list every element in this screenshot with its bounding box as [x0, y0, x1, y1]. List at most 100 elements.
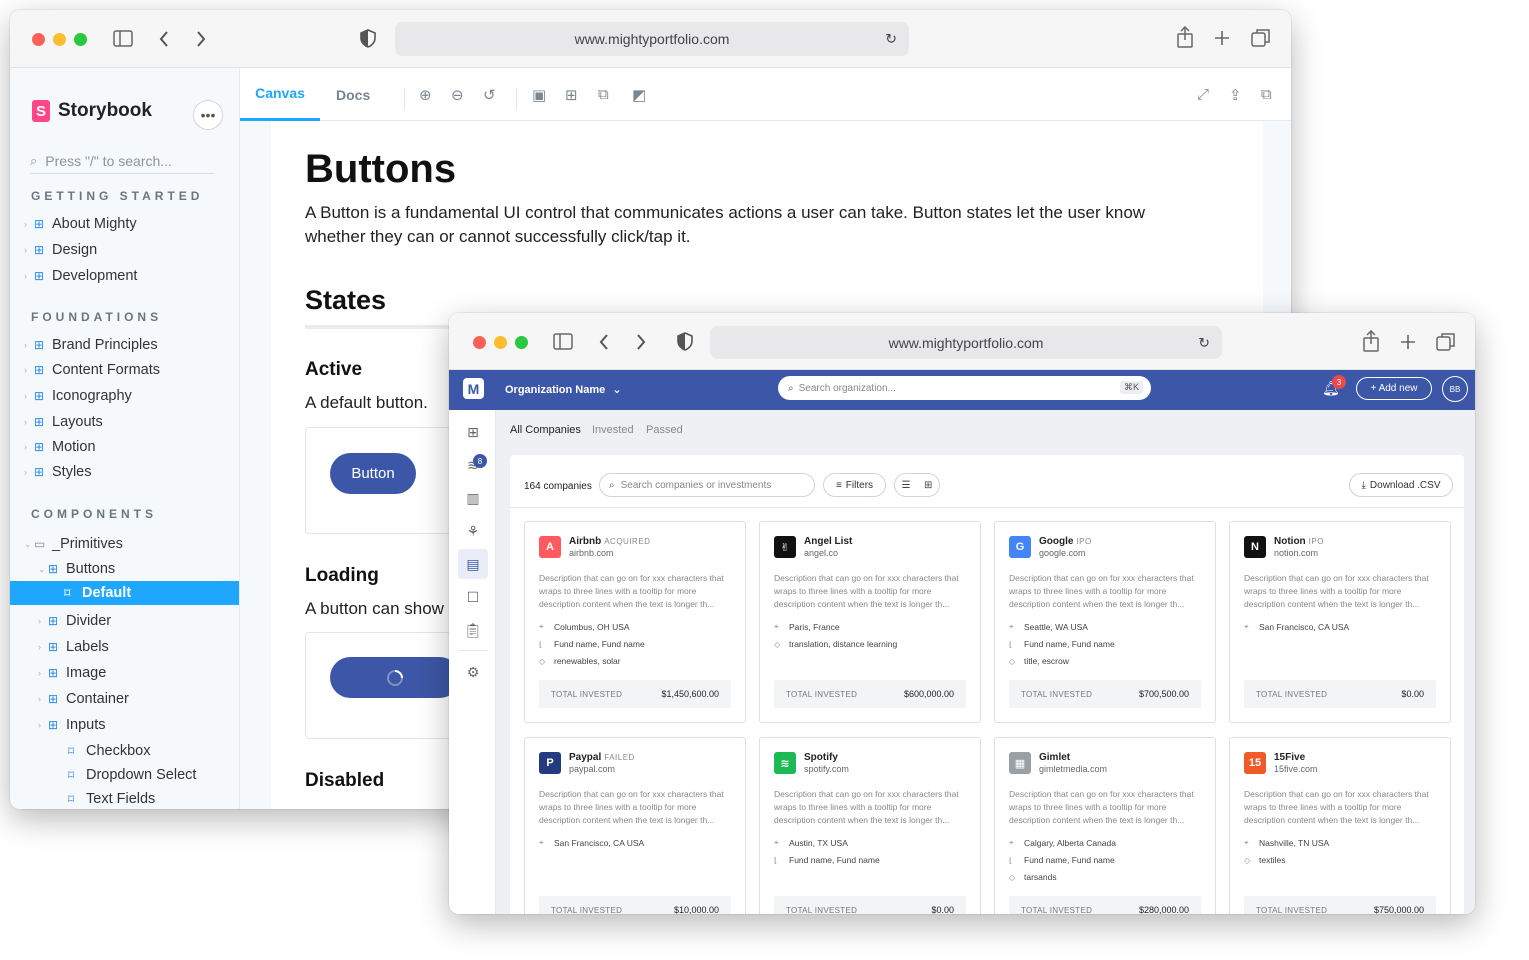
- company-location-text: San Francisco, CA USA: [554, 838, 645, 848]
- section-foundations[interactable]: FOUNDATIONS: [31, 310, 162, 324]
- minimize-window-button[interactable]: [53, 33, 66, 46]
- sidebar-item-content-formats[interactable]: › ⊞ Content Formats: [24, 358, 239, 382]
- sidebar-item-inputs[interactable]: › ⊞ Inputs: [24, 713, 239, 737]
- grid-icon[interactable]: ⊞: [565, 86, 578, 104]
- sidebar-item-container[interactable]: › ⊞ Container: [24, 687, 239, 711]
- close-window-button[interactable]: [473, 336, 486, 349]
- section-components[interactable]: COMPONENTS: [31, 507, 157, 521]
- preview-button[interactable]: Button: [330, 453, 416, 494]
- contrast-icon[interactable]: ◩: [632, 86, 646, 104]
- shield-icon[interactable]: [360, 29, 376, 48]
- sidebar-item-dropdown-select[interactable]: ⌑ Dropdown Select: [24, 763, 239, 787]
- close-window-button[interactable]: [32, 33, 45, 46]
- company-card[interactable]: 15 15Five 15five.com Description that can g…: [1229, 737, 1451, 914]
- companies-icon[interactable]: ▤: [458, 549, 488, 579]
- company-card[interactable]: ▦ Gimlet gimletmedia.com Description that c…: [994, 737, 1216, 914]
- sidebar-item-default[interactable]: ⌑ Default: [10, 581, 239, 605]
- caret-right-icon: ›: [24, 271, 27, 281]
- zoom-reset-icon[interactable]: ↺: [483, 86, 496, 104]
- sidebar-item-buttons[interactable]: ⌄ ⊞ Buttons: [24, 557, 239, 581]
- growth-icon[interactable]: ⚘: [463, 521, 483, 541]
- download-csv-button[interactable]: ⤓ Download .CSV: [1349, 473, 1453, 497]
- viewport-icon[interactable]: ⧉: [598, 86, 609, 103]
- sidebar-toggle-icon[interactable]: [553, 333, 573, 350]
- company-card[interactable]: P Paypal FAILED paypal.com Description that …: [524, 737, 746, 914]
- tabs-overview-icon[interactable]: [1251, 28, 1271, 48]
- company-card[interactable]: N Notion IPO notion.com Description that can…: [1229, 521, 1451, 723]
- shield-icon[interactable]: [677, 332, 693, 351]
- add-new-button[interactable]: + Add new: [1356, 377, 1432, 400]
- tab-invested[interactable]: Invested: [592, 424, 634, 436]
- sidebar-item-iconography[interactable]: › ⊞ Iconography: [24, 384, 239, 408]
- share-icon[interactable]: [1362, 330, 1380, 353]
- list-view-icon[interactable]: ☰: [902, 480, 911, 491]
- back-icon[interactable]: [158, 30, 170, 48]
- sidebar-item-design[interactable]: › ⊞ Design: [24, 238, 239, 262]
- address-bar[interactable]: www.mightyportfolio.com ↻: [395, 22, 909, 56]
- more-options-button[interactable]: •••: [193, 100, 223, 130]
- chart-icon[interactable]: ▥: [463, 488, 483, 508]
- sidebar-item-checkbox[interactable]: ⌑ Checkbox: [24, 739, 239, 763]
- app-logo[interactable]: M: [463, 378, 484, 399]
- forward-icon[interactable]: [195, 30, 207, 48]
- maximize-window-button[interactable]: [74, 33, 87, 46]
- address-bar[interactable]: www.mightyportfolio.com ↻: [710, 326, 1222, 359]
- section-getting-started[interactable]: GETTING STARTED: [31, 189, 203, 203]
- sidebar-item-styles[interactable]: › ⊞ Styles: [24, 460, 239, 484]
- dashboard-icon[interactable]: ⊞: [463, 422, 483, 442]
- sidebar-item-brand-principles[interactable]: › ⊞ Brand Principles: [24, 333, 239, 357]
- organization-search-input[interactable]: ⌕ Search organization... ⌘K: [778, 376, 1151, 400]
- organization-switcher[interactable]: Organization Name ⌄: [505, 383, 622, 396]
- filters-button[interactable]: ≡ Filters: [823, 473, 886, 497]
- company-tags: ◇ tarsands: [1009, 872, 1057, 882]
- total-invested: TOTAL INVESTED $0.00: [1244, 680, 1436, 708]
- share-icon[interactable]: [1176, 26, 1194, 49]
- tab-canvas[interactable]: Canvas: [240, 68, 320, 121]
- sidebar-toggle-icon[interactable]: [113, 30, 133, 47]
- sidebar-search[interactable]: ⌕ Press "/" to search...: [30, 148, 214, 174]
- background-icon[interactable]: ▣: [532, 86, 546, 104]
- share-icon[interactable]: ⇪: [1229, 86, 1242, 104]
- minimize-window-button[interactable]: [494, 336, 507, 349]
- sidebar-item-image[interactable]: › ⊞ Image: [24, 661, 239, 685]
- sidebar-item-motion[interactable]: › ⊞ Motion: [24, 435, 239, 459]
- company-card[interactable]: A Airbnb ACQUIRED airbnb.com Description tha…: [524, 521, 746, 723]
- tab-passed[interactable]: Passed: [646, 424, 683, 436]
- new-tab-icon[interactable]: [1214, 30, 1230, 46]
- tabs-overview-icon[interactable]: [1436, 332, 1456, 352]
- fullscreen-icon[interactable]: ⤢: [1197, 86, 1209, 103]
- settings-icon[interactable]: ⚙: [463, 662, 483, 682]
- company-card[interactable]: ✌ Angel List angel.co Description that can …: [759, 521, 981, 723]
- reload-icon[interactable]: ↻: [1198, 334, 1210, 351]
- loading-button[interactable]: [330, 657, 460, 698]
- reload-icon[interactable]: ↻: [885, 31, 897, 48]
- company-search-input[interactable]: ⌕ Search companies or investments: [599, 473, 815, 497]
- sidebar-item-divider[interactable]: › ⊞ Divider: [24, 609, 239, 633]
- sidebar-item-primitives[interactable]: ⌄ ▭ _Primitives: [24, 532, 239, 556]
- new-tab-icon[interactable]: [1400, 334, 1416, 350]
- avatar[interactable]: BB: [1442, 376, 1468, 402]
- contacts-icon[interactable]: ☐: [463, 587, 483, 607]
- sidebar-item-labels[interactable]: › ⊞ Labels: [24, 635, 239, 659]
- sidebar-item-about-mighty[interactable]: › ⊞ About Mighty: [24, 212, 239, 236]
- clipboard-icon[interactable]: 📋︎: [463, 620, 483, 640]
- zoom-in-icon[interactable]: ⊕: [419, 86, 432, 104]
- tab-all-companies[interactable]: All Companies: [510, 424, 581, 436]
- maximize-window-button[interactable]: [515, 336, 528, 349]
- storybook-logo[interactable]: S Storybook: [32, 100, 152, 122]
- sidebar-item-layouts[interactable]: › ⊞ Layouts: [24, 410, 239, 434]
- total-invested-value: $280,000.00: [1138, 905, 1189, 914]
- grid-view-icon[interactable]: ⊞: [924, 480, 932, 491]
- sidebar-item-label: Inputs: [66, 717, 106, 733]
- companies-panel: 164 companies ⌕ Search companies or inve…: [510, 455, 1464, 914]
- notification-badge: 3: [1332, 375, 1346, 389]
- back-icon[interactable]: [598, 333, 610, 351]
- sidebar-item-text-fields[interactable]: ⌑ Text Fields: [24, 787, 239, 809]
- copy-link-icon[interactable]: ⧉: [1261, 86, 1272, 103]
- company-card[interactable]: ≋ Spotify spotify.com Description that can …: [759, 737, 981, 914]
- tab-docs[interactable]: Docs: [336, 68, 370, 121]
- sidebar-item-development[interactable]: › ⊞ Development: [24, 264, 239, 288]
- company-card[interactable]: G Google IPO google.com Description that can…: [994, 521, 1216, 723]
- zoom-out-icon[interactable]: ⊖: [451, 86, 464, 104]
- forward-icon[interactable]: [635, 333, 647, 351]
